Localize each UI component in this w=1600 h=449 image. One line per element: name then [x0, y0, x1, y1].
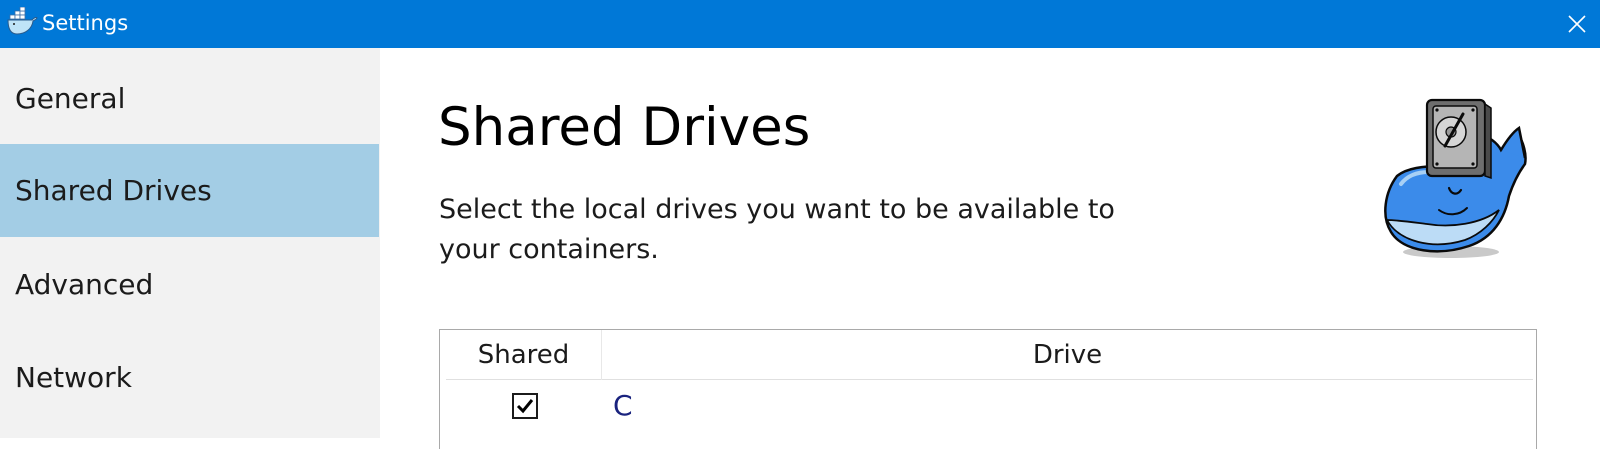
close-icon — [1568, 15, 1586, 33]
table-row[interactable]: C — [446, 381, 1533, 435]
sidebar-item-advanced[interactable]: Advanced — [0, 238, 379, 331]
page-title: Shared Drives — [438, 97, 811, 158]
docker-whale-hard-drive-icon — [1384, 98, 1527, 258]
sidebar: General Shared Drives Advanced Network — [0, 48, 380, 438]
shared-checkbox[interactable] — [512, 393, 538, 419]
sidebar-item-shared-drives[interactable]: Shared Drives — [0, 144, 379, 237]
column-header-drive[interactable]: Drive — [602, 330, 1533, 380]
checkmark-icon — [516, 399, 534, 414]
docker-whale-icon — [7, 7, 38, 35]
window-title: Settings — [42, 11, 129, 35]
table-header: Shared Drive — [446, 330, 1533, 380]
sidebar-item-network[interactable]: Network — [0, 331, 379, 424]
sidebar-item-general[interactable]: General — [0, 52, 379, 145]
close-button[interactable] — [1554, 0, 1600, 48]
main-content: Shared Drives Select the local drives yo… — [380, 48, 1600, 449]
page-description: Select the local drives you want to be a… — [439, 194, 1115, 265]
column-header-shared[interactable]: Shared — [446, 330, 602, 380]
title-bar: Settings — [0, 0, 1600, 48]
shared-drives-table: Shared Drive C — [439, 329, 1537, 449]
drive-letter: C — [613, 389, 633, 422]
